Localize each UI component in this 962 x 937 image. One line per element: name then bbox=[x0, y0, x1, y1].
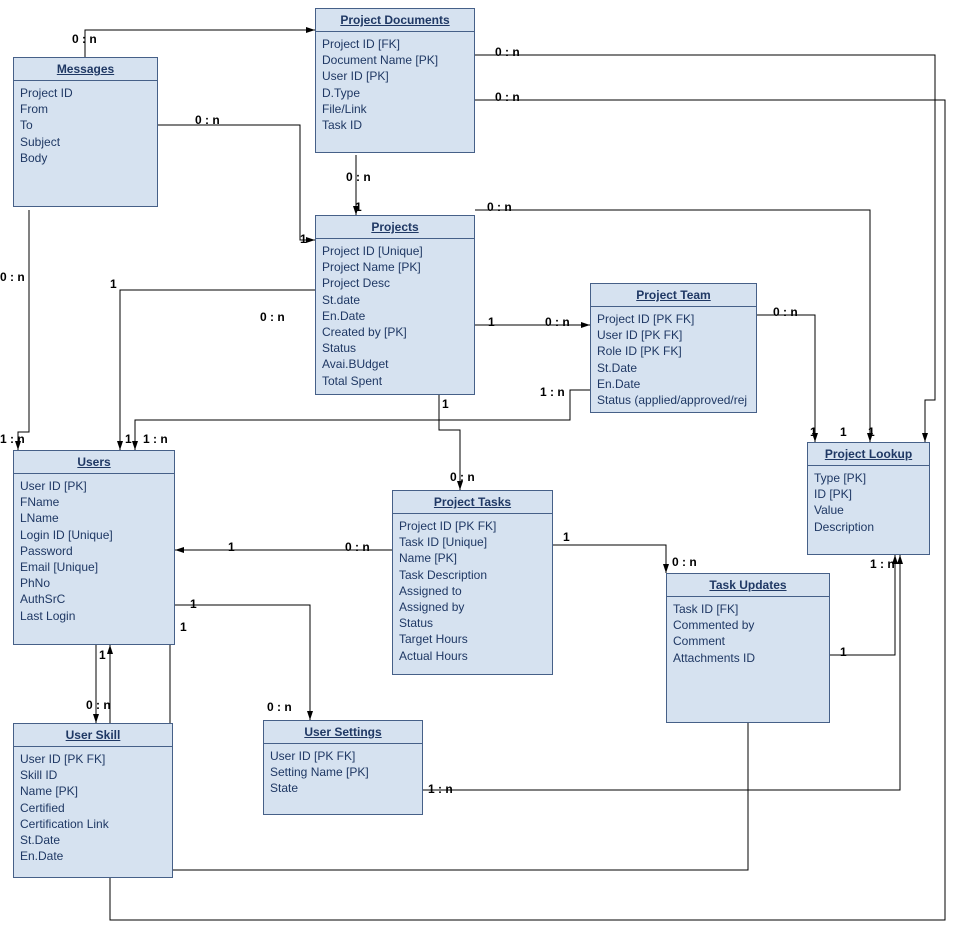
entity-body: User ID [PK] FName LName Login ID [Uniqu… bbox=[14, 474, 174, 628]
entity-users: Users User ID [PK] FName LName Login ID … bbox=[13, 450, 175, 645]
entity-messages: Messages Project ID From To Subject Body bbox=[13, 57, 158, 207]
cardinality-label: 0 : n bbox=[86, 698, 111, 712]
entity-body: User ID [PK FK] Setting Name [PK] State bbox=[264, 744, 422, 801]
entity-body: Project ID [PK FK] User ID [PK FK] Role … bbox=[591, 307, 756, 412]
entity-projects: Projects Project ID [Unique] Project Nam… bbox=[315, 215, 475, 395]
cardinality-label: 0 : n bbox=[0, 270, 25, 284]
cardinality-label: 0 : n bbox=[450, 470, 475, 484]
entity-user-settings: User Settings User ID [PK FK] Setting Na… bbox=[263, 720, 423, 815]
cardinality-label: 1 bbox=[355, 200, 362, 214]
cardinality-label: 1 : n bbox=[870, 557, 895, 571]
cardinality-label: 0 : n bbox=[773, 305, 798, 319]
entity-title: User Skill bbox=[14, 724, 172, 747]
entity-title: Users bbox=[14, 451, 174, 474]
cardinality-label: 1 bbox=[840, 645, 847, 659]
cardinality-label: 1 bbox=[300, 232, 307, 246]
cardinality-label: 1 bbox=[563, 530, 570, 544]
cardinality-label: 1 bbox=[840, 425, 847, 439]
cardinality-label: 1 bbox=[868, 425, 875, 439]
cardinality-label: 0 : n bbox=[346, 170, 371, 184]
entity-body: User ID [PK FK] Skill ID Name [PK] Certi… bbox=[14, 747, 172, 868]
entity-project-documents: Project Documents Project ID [FK] Docume… bbox=[315, 8, 475, 153]
cardinality-label: 1 bbox=[488, 315, 495, 329]
entity-task-updates: Task Updates Task ID [FK] Commented by C… bbox=[666, 573, 830, 723]
cardinality-label: 1 bbox=[99, 648, 106, 662]
entity-title: Task Updates bbox=[667, 574, 829, 597]
cardinality-label: 0 : n bbox=[267, 700, 292, 714]
entity-title: Projects bbox=[316, 216, 474, 239]
cardinality-label: 0 : n bbox=[495, 45, 520, 59]
entity-project-team: Project Team Project ID [PK FK] User ID … bbox=[590, 283, 757, 413]
cardinality-label: 1 : n bbox=[540, 385, 565, 399]
cardinality-label: 0 : n bbox=[260, 310, 285, 324]
entity-title: User Settings bbox=[264, 721, 422, 744]
cardinality-label: 1 bbox=[125, 432, 132, 446]
entity-body: Type [PK] ID [PK] Value Description bbox=[808, 466, 929, 539]
entity-title: Project Documents bbox=[316, 9, 474, 32]
cardinality-label: 1 : n bbox=[428, 782, 453, 796]
entity-body: Task ID [FK] Commented by Comment Attach… bbox=[667, 597, 829, 670]
cardinality-label: 0 : n bbox=[195, 113, 220, 127]
entity-title: Project Lookup bbox=[808, 443, 929, 466]
cardinality-label: 1 : n bbox=[143, 432, 168, 446]
entity-title: Messages bbox=[14, 58, 157, 81]
entity-body: Project ID From To Subject Body bbox=[14, 81, 157, 170]
entity-project-tasks: Project Tasks Project ID [PK FK] Task ID… bbox=[392, 490, 553, 675]
cardinality-label: 1 bbox=[228, 540, 235, 554]
cardinality-label: 0 : n bbox=[545, 315, 570, 329]
cardinality-label: 1 bbox=[180, 620, 187, 634]
cardinality-label: 0 : n bbox=[345, 540, 370, 554]
entity-user-skill: User Skill User ID [PK FK] Skill ID Name… bbox=[13, 723, 173, 878]
cardinality-label: 1 bbox=[810, 425, 817, 439]
entity-body: Project ID [PK FK] Task ID [Unique] Name… bbox=[393, 514, 552, 668]
entity-body: Project ID [FK] Document Name [PK] User … bbox=[316, 32, 474, 137]
entity-title: Project Team bbox=[591, 284, 756, 307]
cardinality-label: 1 bbox=[190, 597, 197, 611]
entity-title: Project Tasks bbox=[393, 491, 552, 514]
cardinality-label: 0 : n bbox=[672, 555, 697, 569]
entity-body: Project ID [Unique] Project Name [PK] Pr… bbox=[316, 239, 474, 393]
cardinality-label: 0 : n bbox=[487, 200, 512, 214]
cardinality-label: 0 : n bbox=[72, 32, 97, 46]
entity-project-lookup: Project Lookup Type [PK] ID [PK] Value D… bbox=[807, 442, 930, 555]
cardinality-label: 0 : n bbox=[495, 90, 520, 104]
cardinality-label: 1 bbox=[110, 277, 117, 291]
cardinality-label: 1 bbox=[442, 397, 449, 411]
cardinality-label: 1 : n bbox=[0, 432, 25, 446]
